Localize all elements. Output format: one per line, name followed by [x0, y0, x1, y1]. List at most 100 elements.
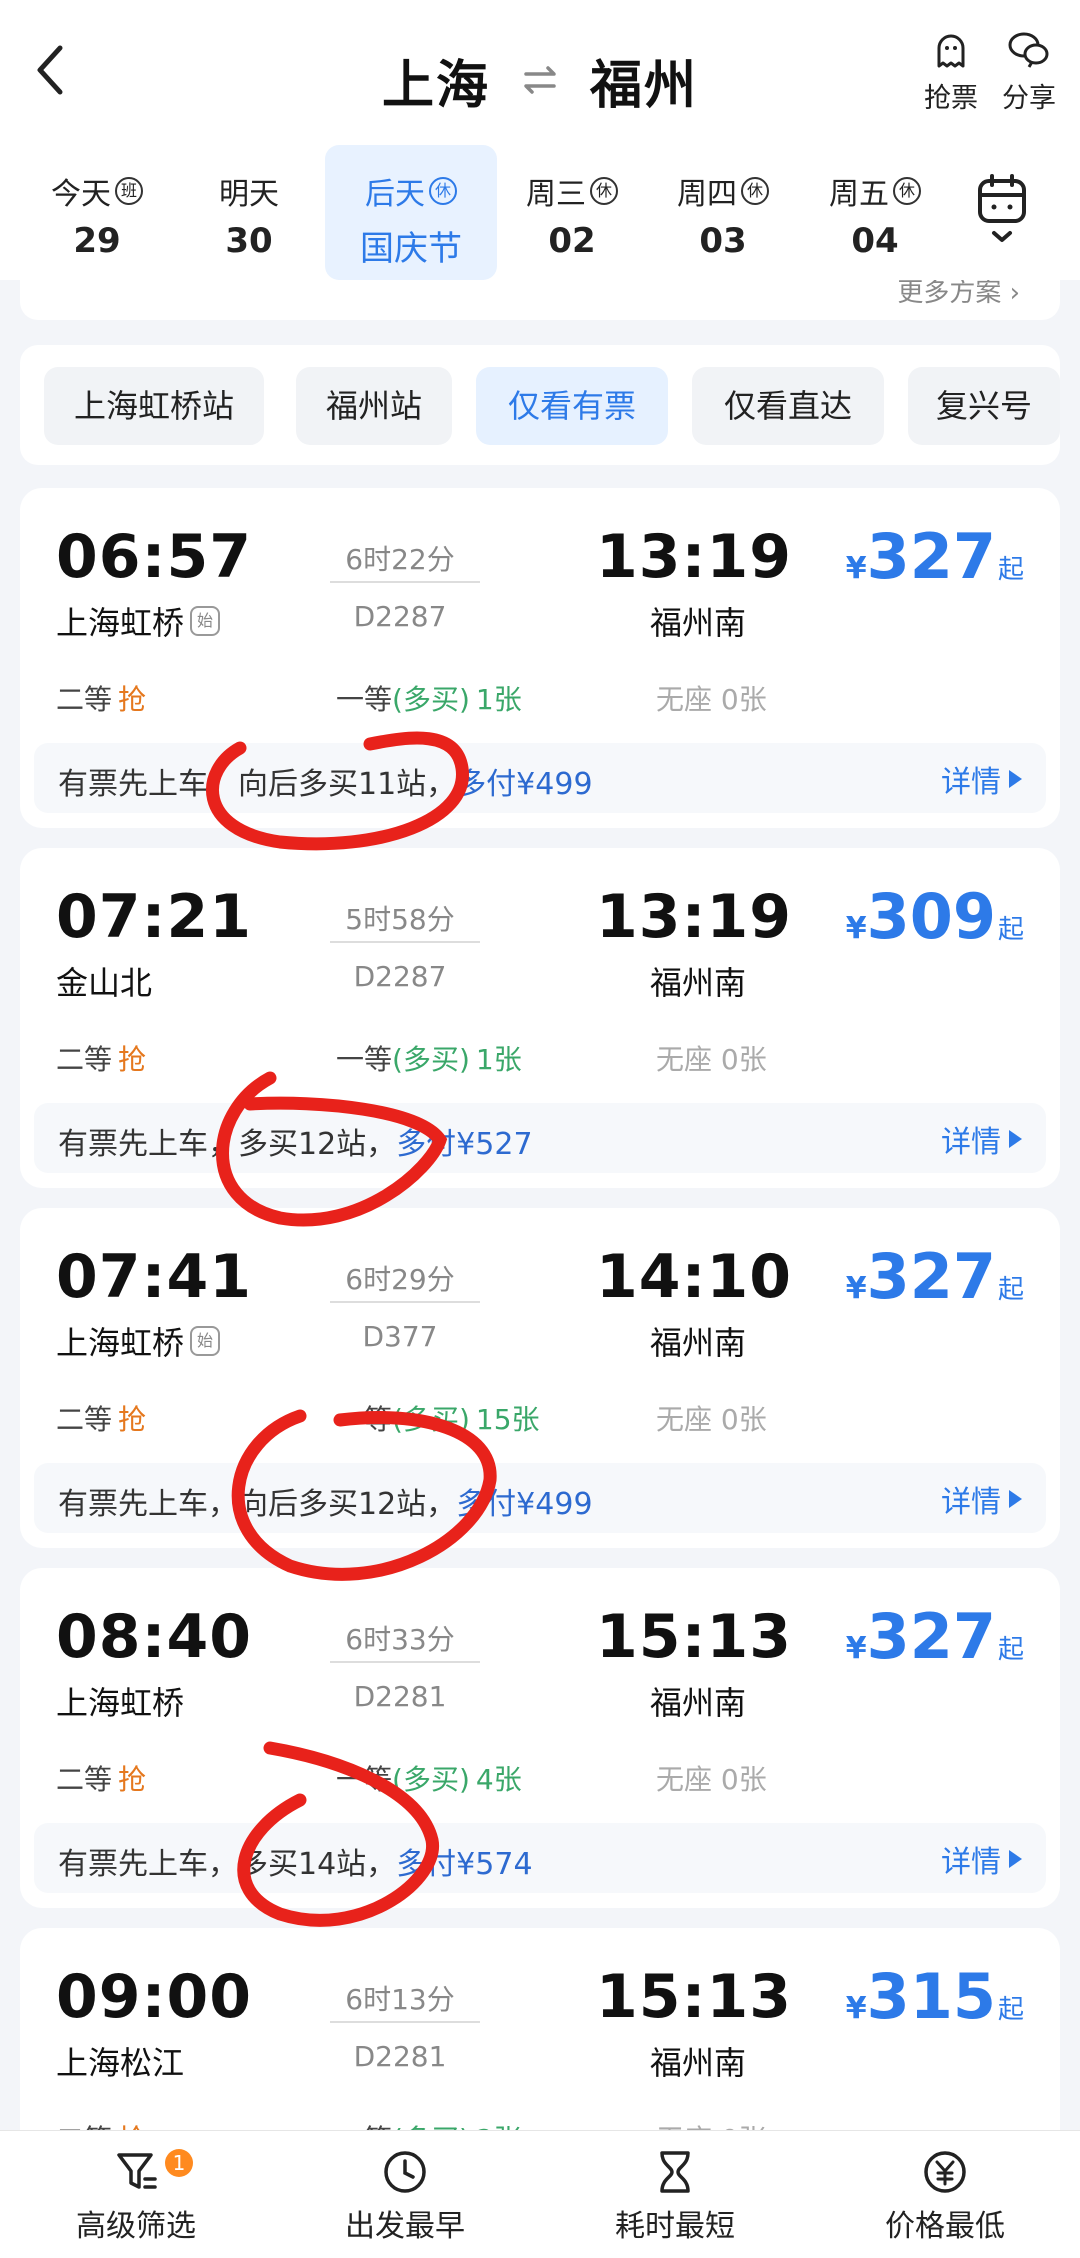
holiday-badge: 休: [741, 177, 769, 205]
seat-row: 二等抢 一等(多买) 1张 无座 0张: [56, 678, 1036, 718]
share-label: 分享: [1002, 83, 1056, 114]
advanced-filter-button[interactable]: 高级筛选: [36, 2147, 236, 2245]
price-currency: ¥: [845, 551, 867, 586]
duration-line: [330, 1301, 480, 1303]
price-currency: ¥: [845, 1631, 867, 1666]
extra-pay: 多付¥527: [396, 1127, 533, 1162]
sort-shortest-label: 耗时最短: [615, 2209, 735, 2244]
duration: 6时22分: [345, 543, 455, 576]
date-tab-0[interactable]: 今天班 29: [22, 145, 172, 280]
date-tab-5[interactable]: 周五休 04: [800, 145, 950, 280]
price-value: 309: [866, 880, 996, 953]
second-class[interactable]: 二等抢: [56, 1758, 146, 1798]
first-class[interactable]: 一等(多买) 1张: [336, 678, 522, 718]
workday-badge: 班: [115, 177, 143, 205]
grab-status: 抢: [118, 1403, 147, 1436]
second-class[interactable]: 二等抢: [56, 1398, 146, 1438]
date-selector: 今天班 29 明天 30 后天休 国庆节 周三休 02 周四休 03 周五休 0…: [0, 145, 1080, 280]
detail-link[interactable]: 详情: [941, 1117, 1022, 1161]
app-screen: 上海 福州 抢票 分享 今天班 29 明天 30 后天 休 国庆节 周三 休 0…: [0, 0, 1080, 2258]
holiday-badge: 休: [590, 177, 618, 205]
calendar-icon: [978, 174, 1026, 242]
seat-row: 二等抢 一等(多买) 1张 无座 0张: [56, 1038, 1036, 1078]
seat-class: 一等: [336, 683, 393, 716]
train-card[interactable]: 07:41 上海虹桥始 6时29分 D377 14:10 福州南 ¥327 起 二…: [20, 1208, 1060, 1548]
price-suffix: 起: [997, 1995, 1024, 2025]
date-tab-3[interactable]: 周三休 02: [497, 145, 647, 280]
arrival-station: 福州南: [650, 2044, 747, 2082]
extra-pay: 多付¥499: [456, 767, 593, 802]
duration-line: [330, 2021, 480, 2023]
train-number: D2281: [353, 2040, 447, 2073]
seat-class: 一等: [336, 1763, 393, 1796]
train-number: D377: [362, 1320, 438, 1353]
date-number: 29: [73, 221, 121, 261]
sort-earliest-button[interactable]: 出发最早: [305, 2147, 505, 2245]
first-class[interactable]: 一等(多买) 1张: [336, 1038, 522, 1078]
tip-prefix: 有票先上车，多买14站，: [58, 1847, 397, 1882]
tip-text: 有票先上车，向后多买12站，多付¥499: [58, 1479, 593, 1523]
grab-status: 抢: [118, 1043, 147, 1076]
price-value: 315: [866, 1960, 996, 2033]
wechat-icon: [1008, 32, 1049, 68]
second-class[interactable]: 二等抢: [56, 1038, 146, 1078]
grab-ticket-label: 抢票: [924, 83, 978, 114]
seat-class: 一等: [336, 1043, 393, 1076]
grab-ticket-button[interactable]: 抢票: [906, 28, 996, 115]
detail-link[interactable]: 详情: [941, 757, 1022, 801]
price: ¥327 起: [846, 520, 1024, 593]
date-tab-4[interactable]: 周四休 03: [648, 145, 798, 280]
date-tab-2[interactable]: 后天休 国庆节: [325, 145, 497, 280]
tip-bar[interactable]: 有票先上车，向后多买12站，多付¥499 详情: [34, 1463, 1046, 1533]
train-card[interactable]: 06:57 上海虹桥始 6时22分 D2287 13:19 福州南 ¥327 起 …: [20, 488, 1060, 828]
calendar-button[interactable]: [972, 171, 1042, 261]
sort-shortest-button[interactable]: 耗时最短: [575, 2147, 775, 2245]
first-class[interactable]: 一等(多买) 4张: [336, 1758, 522, 1798]
price-value: 327: [866, 520, 996, 593]
train-card[interactable]: 08:40 上海虹桥 6时33分 D2281 15:13 福州南 ¥327 起 二…: [20, 1568, 1060, 1908]
filter-chip-bar: 上海虹桥站 福州站 仅看有票 仅看直达 复兴号: [20, 345, 1060, 465]
price: ¥309 起: [846, 880, 1024, 953]
tip-bar[interactable]: 有票先上车，向后多买11站，多付¥499 详情: [34, 743, 1046, 813]
departure-station-name: 金山北: [56, 964, 153, 1002]
price: ¥315 起: [846, 1960, 1024, 2033]
price-value: 327: [866, 1600, 996, 1673]
seat-count: 1张: [475, 683, 522, 716]
date-number: 02: [548, 221, 596, 261]
second-class[interactable]: 二等抢: [56, 678, 146, 718]
share-button[interactable]: 分享: [984, 28, 1074, 115]
price: ¥327 起: [846, 1600, 1024, 1673]
tip-prefix: 有票先上车，多买12站，: [58, 1127, 397, 1162]
departure-time: 09:00: [56, 1962, 252, 2032]
more-plans-strip[interactable]: 更多方案 ›: [20, 280, 1060, 320]
train-card[interactable]: 07:21 金山北 5时58分 D2287 13:19 福州南 ¥309 起 二等…: [20, 848, 1060, 1188]
tip-bar[interactable]: 有票先上车，多买12站，多付¥527 详情: [34, 1103, 1046, 1173]
ghost-icon: [937, 34, 965, 68]
first-class[interactable]: 一等(多买) 15张: [336, 1398, 540, 1438]
duration: 6时33分: [345, 1623, 455, 1656]
detail-link[interactable]: 详情: [941, 1837, 1022, 1881]
grab-status: 抢: [118, 683, 147, 716]
more-plans-link[interactable]: 更多方案 ›: [897, 280, 1020, 309]
filter-count-badge: 1: [165, 2149, 193, 2177]
tip-bar[interactable]: 有票先上车，多买14站，多付¥574 详情: [34, 1823, 1046, 1893]
train-number: D2281: [353, 1680, 447, 1713]
price-suffix: 起: [997, 1635, 1024, 1665]
departure-station-name: 上海虹桥: [56, 604, 185, 642]
seat-count: 1张: [475, 1043, 522, 1076]
play-triangle-icon: [1009, 770, 1022, 788]
date-tab-1[interactable]: 明天 30: [174, 145, 324, 280]
detail-link[interactable]: 详情: [941, 1477, 1022, 1521]
filter-chip-hongqiao[interactable]: 上海虹桥站: [44, 367, 264, 445]
date-number: 30: [225, 221, 273, 261]
duration-line: [330, 1661, 480, 1663]
filter-chip-available[interactable]: 仅看有票: [476, 367, 668, 445]
buy-more-tag: (多买): [392, 1043, 470, 1076]
filter-chip-fuzhou[interactable]: 福州站: [296, 367, 452, 445]
sort-cheapest-button[interactable]: 价格最低: [845, 2147, 1045, 2245]
top-header: 上海 福州 抢票 分享: [0, 0, 1080, 145]
train-number: D2287: [353, 600, 447, 633]
filter-chip-direct[interactable]: 仅看直达: [692, 367, 884, 445]
arrival-time: 15:13: [596, 1962, 792, 2032]
filter-chip-fuxing[interactable]: 复兴号: [908, 367, 1060, 445]
